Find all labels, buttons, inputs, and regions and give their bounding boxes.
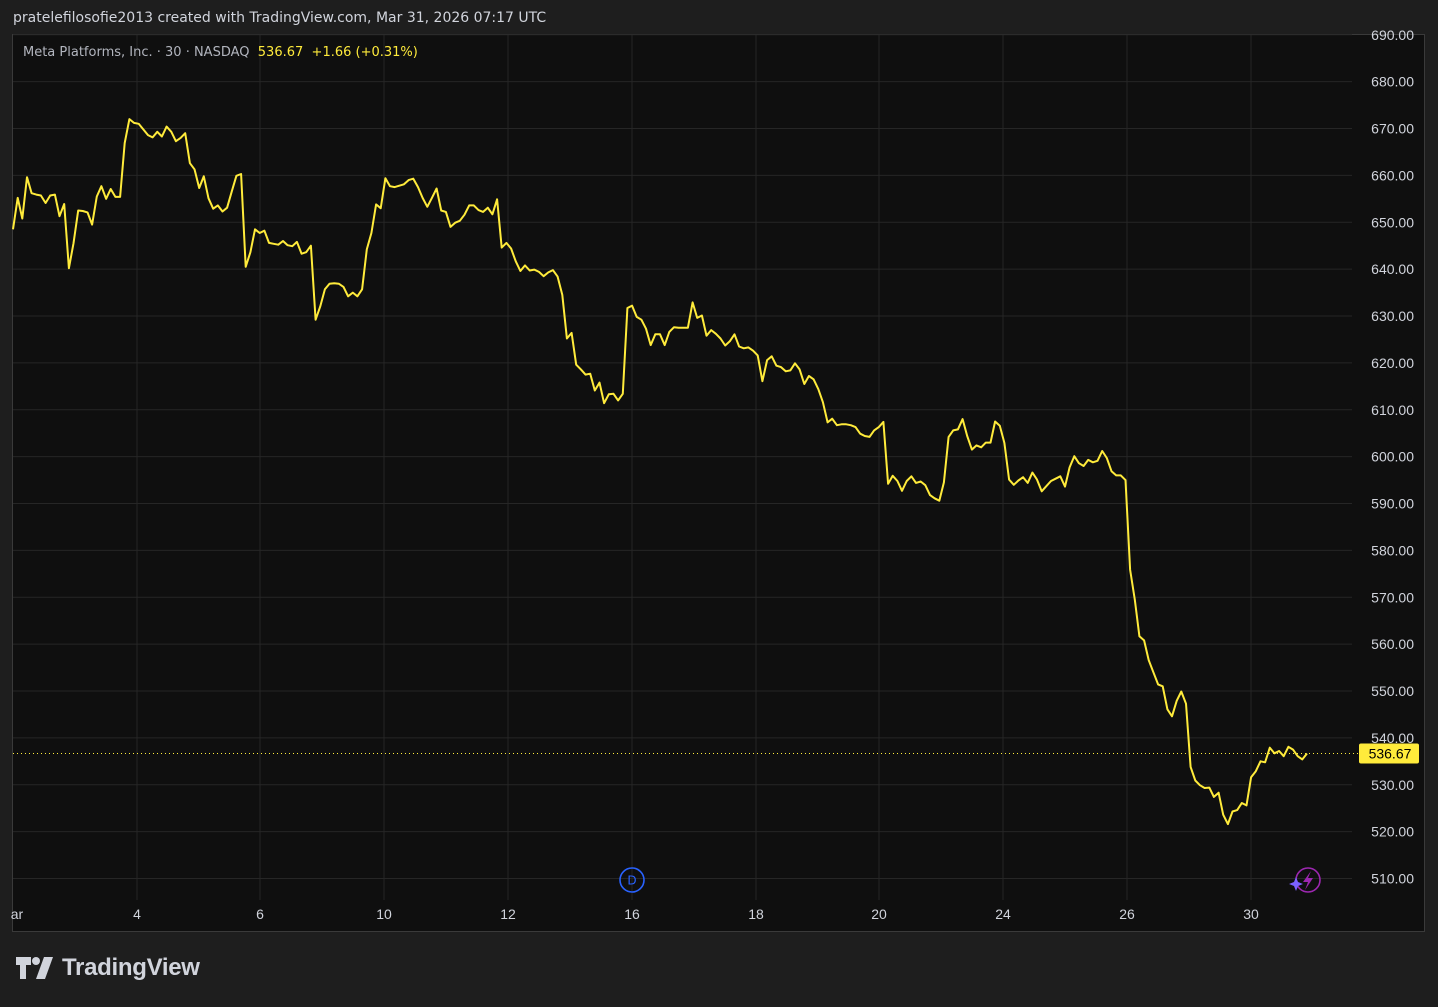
price-chart[interactable]: 510.00 520.00 530.00 540.00 550.00 560.00 570.… xyxy=(0,0,1438,1007)
y-tick-label: 560.00 xyxy=(1371,636,1414,652)
x-tick-label: 24 xyxy=(995,906,1011,922)
price-change: +1.66 (+0.31%) xyxy=(311,45,418,60)
last-price-tag-label: 536.67 xyxy=(1369,745,1412,761)
y-tick-label: 640.00 xyxy=(1371,261,1414,277)
y-tick-label: 600.00 xyxy=(1371,449,1414,465)
y-tick-label: 630.00 xyxy=(1371,308,1414,324)
last-price: 536.67 xyxy=(257,45,304,60)
x-tick-label: 26 xyxy=(1119,906,1135,922)
x-tick-label: 20 xyxy=(871,906,887,922)
y-tick-label: 550.00 xyxy=(1371,683,1414,699)
x-tick-label: 4 xyxy=(133,906,141,922)
price-line xyxy=(12,118,1308,826)
y-tick-label: 520.00 xyxy=(1371,824,1414,840)
grid-lines xyxy=(13,34,1352,900)
symbol-legend: Meta Platforms, Inc. · 30 · NASDAQ 536.6… xyxy=(23,45,418,60)
x-tick-label: ar xyxy=(11,906,24,922)
y-tick-label: 690.00 xyxy=(1371,27,1414,43)
dividend-marker-label: D xyxy=(627,874,636,888)
y-tick-label: 510.00 xyxy=(1371,871,1414,887)
y-tick-label: 620.00 xyxy=(1371,355,1414,371)
lightning-icon[interactable] xyxy=(1289,867,1321,893)
x-tick-label: 10 xyxy=(376,906,392,922)
y-tick-label: 580.00 xyxy=(1371,542,1414,558)
x-tick-label: 6 xyxy=(256,906,264,922)
x-tick-label: 12 xyxy=(500,906,516,922)
y-tick-label: 680.00 xyxy=(1371,74,1414,90)
brand-name: TradingView xyxy=(62,954,200,981)
x-tick-label: 18 xyxy=(748,906,764,922)
y-tick-label: 530.00 xyxy=(1371,777,1414,793)
symbol-info: Meta Platforms, Inc. · 30 · NASDAQ xyxy=(23,45,250,60)
x-tick-label: 16 xyxy=(624,906,640,922)
y-tick-label: 540.00 xyxy=(1371,730,1414,746)
tradingview-brand[interactable]: TradingView xyxy=(16,954,200,982)
tradingview-logo-icon xyxy=(16,957,53,979)
y-tick-label: 570.00 xyxy=(1371,589,1414,605)
y-tick-label: 650.00 xyxy=(1371,214,1414,230)
y-tick-label: 610.00 xyxy=(1371,402,1414,418)
y-tick-label: 670.00 xyxy=(1371,121,1414,137)
y-tick-label: 590.00 xyxy=(1371,496,1414,512)
time-axis: ar 4 6 10 12 16 18 20 24 26 30 xyxy=(11,906,1259,922)
last-price-tag: 536.67 xyxy=(1359,743,1419,764)
x-tick-label: 30 xyxy=(1243,906,1259,922)
y-tick-label: 660.00 xyxy=(1371,167,1414,183)
